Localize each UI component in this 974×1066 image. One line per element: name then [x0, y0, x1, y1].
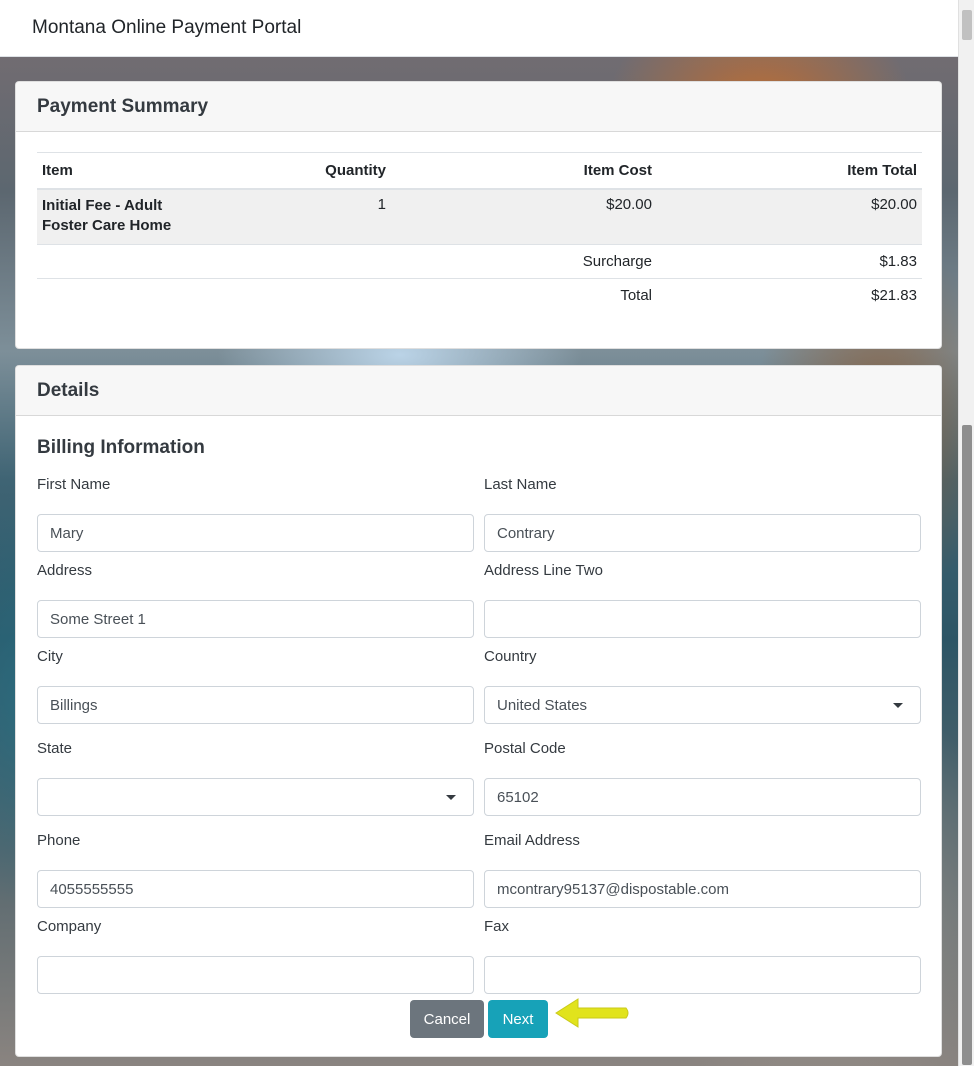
city-label: City — [37, 648, 63, 665]
fax-label: Fax — [484, 918, 510, 935]
postal-code-field[interactable]: 65102 — [484, 778, 921, 816]
portal-title[interactable]: Montana Online Payment Portal — [32, 17, 301, 39]
details-card: Details Billing Information First Name M… — [15, 365, 942, 1057]
payment-summary-table: Item Quantity Item Cost Item Total Initi… — [37, 152, 922, 313]
country-select[interactable]: United States — [484, 686, 921, 724]
state-group: State — [37, 740, 474, 816]
billing-information-heading: Billing Information — [37, 437, 205, 458]
payment-summary-card: Payment Summary Item Quantity Item Cost … — [15, 81, 942, 349]
surcharge-label: Surcharge — [391, 244, 657, 279]
item-name: Initial Fee - Adult Foster Care Home — [37, 188, 237, 245]
first-name-group: First Name Mary — [37, 476, 474, 552]
scrollbar-upper-thumb[interactable] — [962, 10, 972, 40]
phone-group: Phone 4055555555 — [37, 832, 474, 908]
last-name-field[interactable]: Contrary — [484, 514, 921, 552]
email-group: Email Address mcontrary95137@dispostable… — [484, 832, 921, 908]
item-name-line1: Initial Fee - Adult — [42, 196, 163, 214]
address-field[interactable]: Some Street 1 — [37, 600, 474, 638]
address-label: Address — [37, 562, 93, 579]
top-navbar: Montana Online Payment Portal — [0, 0, 958, 57]
email-label: Email Address — [484, 832, 580, 849]
arrow-left-icon — [555, 998, 629, 1028]
next-button[interactable]: Next — [488, 1000, 548, 1038]
item-cost: $20.00 — [391, 188, 657, 245]
surcharge-value: $1.83 — [657, 244, 922, 279]
last-name-label: Last Name — [484, 476, 557, 493]
total-row: Total $21.83 — [37, 278, 922, 313]
col-header-item: Item — [37, 152, 237, 190]
country-label: Country — [484, 648, 537, 665]
surcharge-row: Surcharge $1.83 — [37, 244, 922, 279]
first-name-field[interactable]: Mary — [37, 514, 474, 552]
last-name-group: Last Name Contrary — [484, 476, 921, 552]
phone-label: Phone — [37, 832, 81, 849]
city-field[interactable]: Billings — [37, 686, 474, 724]
postal-code-group: Postal Code 65102 — [484, 740, 921, 816]
item-total: $20.00 — [657, 188, 922, 245]
page-scrollbar[interactable] — [958, 0, 974, 1066]
cancel-button[interactable]: Cancel — [410, 1000, 484, 1038]
fax-group: Fax — [484, 918, 921, 994]
company-label: Company — [37, 918, 102, 935]
address-group: Address Some Street 1 — [37, 562, 474, 638]
scrollbar-thumb[interactable] — [962, 425, 972, 1065]
col-header-quantity: Quantity — [237, 152, 391, 190]
company-group: Company — [37, 918, 474, 994]
col-header-item-total: Item Total — [657, 152, 922, 190]
country-group: Country United States — [484, 648, 921, 724]
fax-field[interactable] — [484, 956, 921, 994]
item-name-line2: Foster Care Home — [42, 216, 172, 234]
table-row: Initial Fee - Adult Foster Care Home 1 $… — [37, 188, 922, 245]
details-header: Details — [16, 366, 941, 416]
item-quantity: 1 — [237, 188, 391, 245]
total-label: Total — [391, 278, 657, 313]
address-line-two-field[interactable] — [484, 600, 921, 638]
address-line-two-group: Address Line Two — [484, 562, 921, 638]
company-field[interactable] — [37, 956, 474, 994]
total-value: $21.83 — [657, 278, 922, 313]
state-select[interactable] — [37, 778, 474, 816]
col-header-item-cost: Item Cost — [391, 152, 657, 190]
postal-code-label: Postal Code — [484, 740, 566, 757]
phone-field[interactable]: 4055555555 — [37, 870, 474, 908]
first-name-label: First Name — [37, 476, 111, 493]
address-line-two-label: Address Line Two — [484, 562, 603, 579]
email-field[interactable]: mcontrary95137@dispostable.com — [484, 870, 921, 908]
payment-summary-header: Payment Summary — [16, 82, 941, 132]
city-group: City Billings — [37, 648, 474, 724]
state-label: State — [37, 740, 73, 757]
